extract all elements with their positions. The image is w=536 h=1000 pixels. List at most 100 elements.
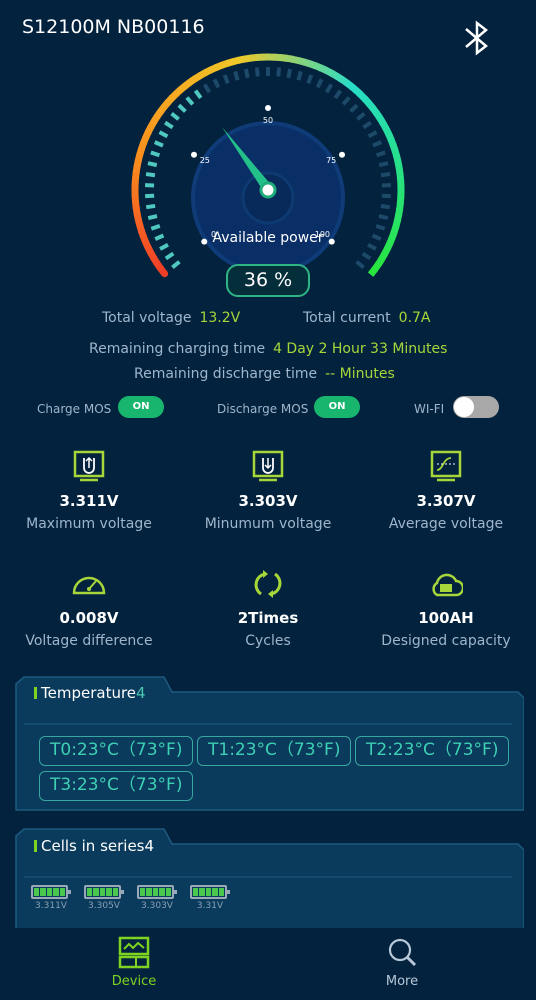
- cell-item: 3.303V: [137, 885, 177, 911]
- discharge-mos-label: Discharge MOS: [217, 402, 309, 416]
- gauge-tick: [372, 140, 383, 148]
- gauge-tick: [356, 112, 366, 121]
- cell-voltage: 3.31V: [196, 901, 224, 911]
- cloud-capacity-icon: [432, 573, 465, 597]
- gauge-tick: [170, 112, 180, 121]
- total-current: Total current 0.7A: [303, 310, 431, 326]
- gauge-tick: [185, 96, 195, 106]
- gauge-tick: [276, 67, 282, 77]
- gauge-tick: [380, 203, 391, 210]
- max-voltage-icon: [73, 450, 105, 482]
- cells-panel: Cells in series4: [12, 828, 524, 938]
- gauge-tick-dot: [190, 151, 197, 158]
- gauge-tick: [233, 70, 240, 81]
- nav-device[interactable]: Device: [84, 936, 184, 989]
- nav-more-label: More: [385, 974, 419, 989]
- gauge-tick: [361, 251, 372, 261]
- device-icon: [118, 936, 150, 969]
- charge-mos-toggle[interactable]: ON: [118, 396, 164, 418]
- gauge-tick-label: 25: [200, 156, 210, 165]
- gauge-tick: [150, 224, 161, 231]
- gauge-tick: [349, 103, 359, 113]
- gauge-needle-pivot: [259, 181, 277, 199]
- stat-item: 0.008V Voltage difference: [0, 567, 178, 649]
- charge-mos-label: Charge MOS: [37, 402, 112, 416]
- bottom-nav: Device More: [0, 928, 536, 1000]
- cell-voltage: 3.311V: [35, 901, 67, 911]
- total-current-label: Total current: [303, 310, 391, 326]
- gauge-tick: [380, 172, 391, 178]
- total-voltage-label: Total voltage: [102, 310, 192, 326]
- gauge-tick: [367, 130, 378, 139]
- power-gauge: 0255075100: [131, 53, 405, 278]
- gauge-tick: [145, 172, 156, 178]
- temperature-sensor-chip: T0:23°C（73°F): [39, 736, 194, 766]
- gauge-tick: [315, 78, 324, 89]
- cell-voltage: 3.303V: [141, 901, 173, 911]
- stat-label: Cycles: [245, 633, 291, 649]
- average-voltage-icon: [430, 450, 462, 482]
- discharge-mos-toggle[interactable]: ON: [314, 396, 360, 418]
- cycle-icon: [254, 570, 282, 598]
- stat-value: 0.008V: [59, 609, 119, 627]
- temperature-sensor-chip: T3:23°C（73°F): [39, 771, 194, 801]
- gauge-icon: [72, 576, 106, 595]
- gauge-tick-label: 75: [326, 156, 336, 165]
- nav-device-label: Device: [111, 974, 157, 989]
- battery-icon: [84, 885, 124, 899]
- gauge-tick: [212, 78, 221, 89]
- battery-icon: [190, 885, 230, 899]
- gauge-tick: [171, 260, 181, 269]
- temperature-sensor-chip: T1:23°C（73°F): [197, 736, 352, 766]
- gauge-tick: [333, 89, 343, 100]
- total-voltage-value: 13.2V: [199, 310, 241, 326]
- cells-title: Cells in series4: [34, 837, 154, 855]
- wifi-label: WI-FI: [414, 402, 445, 416]
- gauge-tick: [150, 150, 161, 158]
- gauge-tick: [378, 214, 389, 221]
- gauge-tick: [306, 74, 314, 85]
- stat-item: 2Times Cycles: [179, 567, 357, 649]
- charging-time: Remaining charging time 4 Day 2 Hour 33 M…: [89, 341, 447, 357]
- gauge-label: Available power: [212, 230, 324, 246]
- gauge-tick: [153, 140, 164, 148]
- gauge-tick-dot: [265, 105, 271, 111]
- charging-time-label: Remaining charging time: [89, 341, 266, 357]
- gauge-tick: [378, 161, 389, 168]
- gauge-tick: [324, 83, 333, 94]
- gauge-tick: [164, 120, 174, 130]
- toggle-knob: [454, 397, 474, 417]
- stat-label: Minumum voltage: [204, 516, 332, 532]
- stat-label: Maximum voltage: [26, 516, 152, 532]
- stat-item: 3.303V Minumum voltage: [179, 450, 357, 532]
- cell-item: 3.311V: [31, 885, 71, 911]
- charging-time-value: 4 Day 2 Hour 33 Minutes: [273, 341, 448, 357]
- temperature-sensor-chip: T2:23°C（73°F): [355, 736, 510, 766]
- gauge-tick: [355, 260, 365, 269]
- gauge-tick: [375, 150, 386, 158]
- temperature-title: Temperature4: [34, 684, 146, 702]
- gauge-tick: [254, 67, 260, 77]
- stat-label: Voltage difference: [25, 633, 153, 649]
- discharge-time-value: -- Minutes: [325, 366, 395, 382]
- search-icon: [388, 938, 417, 967]
- total-voltage: Total voltage 13.2V: [102, 310, 240, 326]
- gauge-tick: [296, 70, 303, 81]
- battery-icon: [31, 885, 71, 899]
- nav-more[interactable]: More: [352, 936, 452, 989]
- gauge-tick: [222, 74, 230, 85]
- stat-label: Average voltage: [388, 516, 504, 532]
- gauge-tick: [286, 68, 293, 79]
- discharge-time-label: Remaining discharge time: [134, 366, 318, 382]
- stat-value: 2Times: [237, 609, 299, 627]
- gauge-tick: [177, 103, 187, 113]
- gauge-tick: [362, 120, 372, 130]
- wifi-toggle[interactable]: [453, 396, 499, 418]
- gauge-tick: [145, 203, 156, 210]
- cell-item: 3.305V: [84, 885, 124, 911]
- stat-value: 3.307V: [416, 492, 476, 510]
- gauge-tick: [243, 68, 250, 79]
- stat-value: 100AH: [418, 609, 474, 627]
- battery-icon: [137, 885, 177, 899]
- gauge-tick: [147, 161, 158, 168]
